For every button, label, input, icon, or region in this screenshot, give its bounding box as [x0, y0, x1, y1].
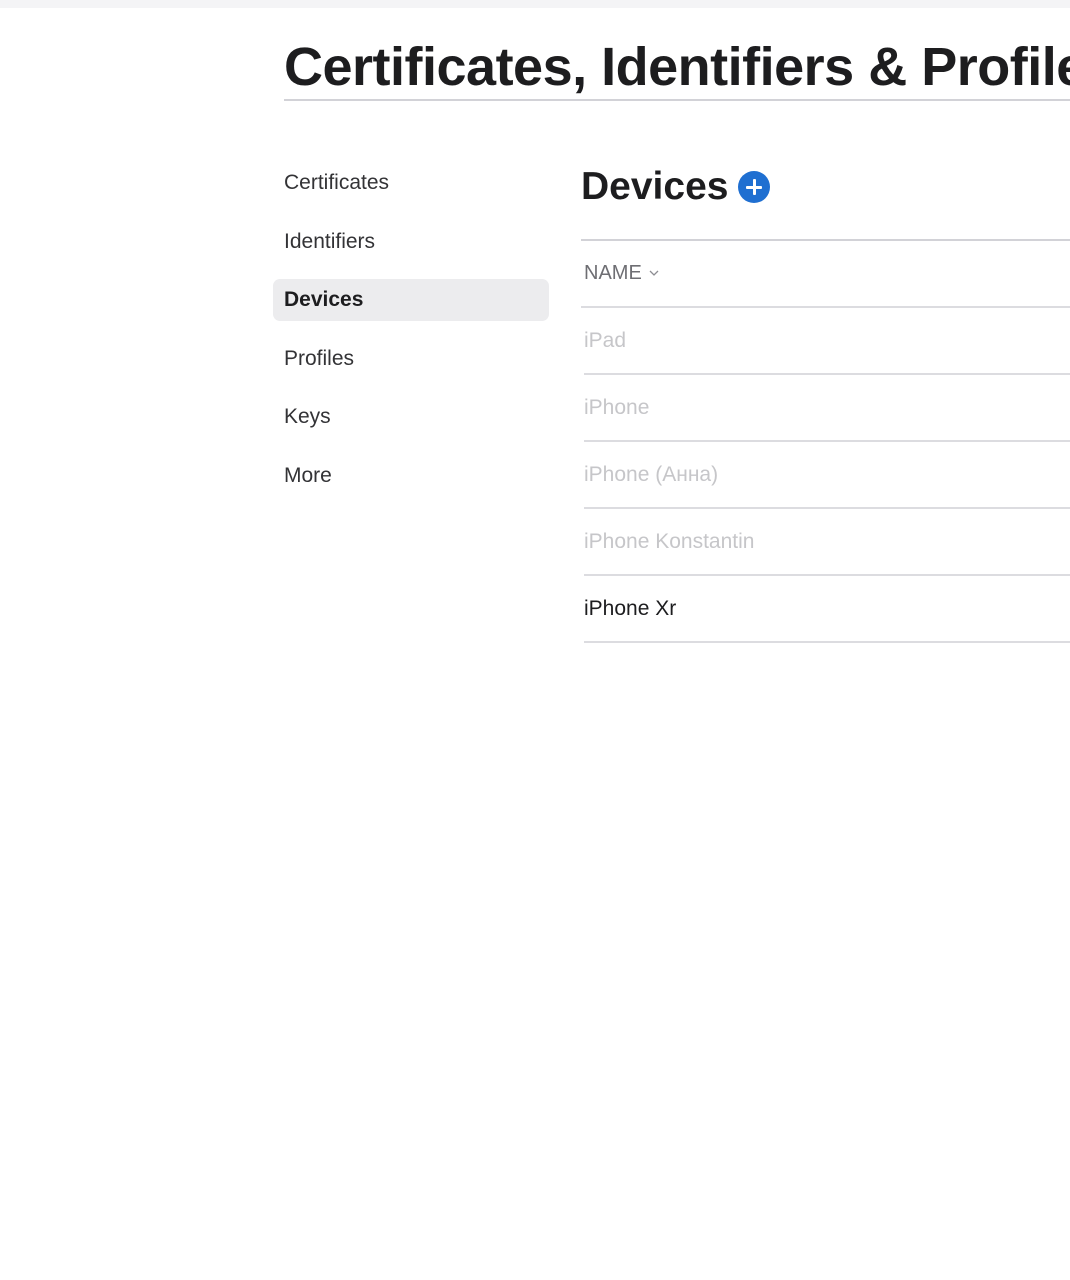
top-strip	[0, 0, 1070, 8]
table-row[interactable]: iPhone Konstantin	[584, 509, 1070, 576]
sidebar-item-label: Keys	[284, 405, 331, 429]
section-title: Devices	[581, 165, 729, 208]
device-name: iPhone (Анна)	[584, 462, 719, 486]
table-row[interactable]: iPhone	[584, 375, 1070, 442]
section-header: Devices	[581, 162, 771, 212]
table-row[interactable]: iPad	[584, 308, 1070, 375]
device-name: iPad	[584, 328, 627, 352]
page-title: Certificates, Identifiers & Profiles	[284, 37, 1070, 97]
sidebar: Certificates Identifiers Devices Profile…	[273, 162, 549, 514]
sidebar-item-profiles[interactable]: Profiles	[273, 338, 549, 380]
sidebar-item-label: Profiles	[284, 346, 355, 370]
sidebar-item-label: More	[284, 463, 332, 487]
sidebar-item-label: Identifiers	[284, 229, 376, 253]
sidebar-item-keys[interactable]: Keys	[273, 396, 549, 438]
column-header-label: NAME	[584, 262, 642, 284]
sidebar-item-identifiers[interactable]: Identifiers	[273, 221, 549, 263]
device-name: iPhone Xr	[584, 596, 677, 620]
devices-table: NAME iPad iPhone iPhone (Анна) iPhone Ko…	[581, 239, 1070, 643]
sidebar-item-label: Devices	[284, 288, 364, 312]
column-header-name[interactable]: NAME	[581, 241, 1070, 308]
sidebar-item-certificates[interactable]: Certificates	[273, 162, 549, 204]
table-row[interactable]: iPhone Xr	[584, 576, 1070, 643]
chevron-down-icon	[649, 270, 659, 276]
device-name: iPhone	[584, 395, 650, 419]
title-divider	[284, 99, 1070, 101]
add-device-button[interactable]	[738, 171, 771, 203]
sidebar-item-label: Certificates	[284, 171, 390, 194]
device-name: iPhone Konstantin	[584, 529, 755, 553]
sidebar-item-devices[interactable]: Devices	[273, 279, 549, 322]
sidebar-item-more[interactable]: More	[273, 455, 549, 497]
table-row[interactable]: iPhone (Анна)	[584, 442, 1070, 509]
